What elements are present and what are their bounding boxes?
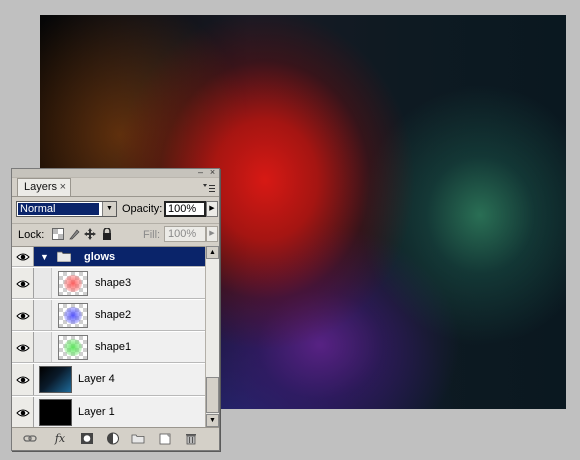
layer-name: shape1: [95, 341, 132, 353]
tab-close-icon[interactable]: ×: [60, 179, 66, 196]
lock-label: Lock:: [18, 229, 45, 241]
layer-thumbnail: [58, 303, 88, 328]
blend-mode-value: Normal: [18, 203, 99, 215]
chevron-down-icon[interactable]: ▼: [102, 202, 116, 216]
layer-name: Layer 4: [78, 373, 115, 385]
opacity-label: Opacity:: [122, 203, 163, 215]
lock-pixels-icon[interactable]: [68, 228, 80, 240]
layer-group-row[interactable]: ▼ glows: [12, 247, 205, 267]
scroll-up-icon[interactable]: ▲: [206, 246, 219, 259]
layer-row-layer-4[interactable]: Layer 4: [12, 364, 205, 396]
fill-slider-arrow-icon[interactable]: ▶: [206, 226, 218, 242]
panel-menu-icon[interactable]: [202, 183, 216, 193]
group-expand-icon[interactable]: ▼: [40, 252, 49, 262]
mask-icon[interactable]: [80, 432, 94, 445]
layers-panel: – × Layers × Normal ▼ Opacity: 100% ▶ Lo…: [11, 168, 220, 451]
thumb-blob-shape2: [64, 307, 82, 324]
eye-icon: [16, 376, 30, 384]
visibility-toggle[interactable]: [12, 364, 34, 395]
layer-row-shape1[interactable]: shape1: [12, 332, 205, 363]
opacity-slider-arrow-icon[interactable]: ▶: [206, 201, 218, 217]
layer-thumbnail: [39, 366, 72, 393]
link-icon[interactable]: [23, 432, 37, 445]
lock-all-icon[interactable]: [101, 227, 113, 240]
opacity-input[interactable]: 100%: [164, 201, 206, 217]
fill-input[interactable]: 100%: [164, 226, 206, 242]
close-button[interactable]: ×: [208, 168, 217, 177]
fx-icon[interactable]: fx: [51, 432, 69, 445]
layer-row-shape3[interactable]: shape3: [12, 268, 205, 299]
thumb-blob-shape1: [64, 339, 82, 356]
layer-thumbnail: [39, 399, 72, 426]
visibility-toggle[interactable]: [12, 268, 34, 298]
scroll-thumb[interactable]: [206, 377, 219, 413]
eye-icon: [16, 312, 30, 320]
layer-name: shape2: [95, 309, 132, 321]
layers-list: ▼ glows shape3 shape2 shape1 Layer 4 Lay…: [12, 246, 205, 427]
visibility-toggle[interactable]: [12, 332, 34, 362]
lock-transparency-icon[interactable]: [52, 228, 64, 240]
layer-thumbnail: [58, 271, 88, 296]
tab-layers-label: Layers: [24, 181, 58, 193]
lock-position-icon[interactable]: [84, 228, 96, 240]
layer-name: Layer 1: [78, 406, 115, 418]
trash-icon[interactable]: [184, 432, 198, 445]
panel-title-bar[interactable]: – ×: [12, 168, 219, 178]
blend-options-row: Normal ▼ Opacity: 100% ▶: [12, 198, 219, 220]
lock-options-row: Lock: Fill: 100% ▶: [12, 225, 219, 245]
folder-icon[interactable]: [131, 432, 145, 445]
eye-icon: [16, 409, 30, 417]
visibility-toggle[interactable]: [12, 397, 34, 427]
eye-icon: [16, 253, 30, 261]
adjustment-icon[interactable]: [106, 432, 120, 445]
folder-icon: [57, 251, 71, 262]
layer-thumbnail: [58, 335, 88, 360]
scroll-down-icon[interactable]: ▼: [206, 414, 219, 427]
layer-row-layer-1[interactable]: Layer 1: [12, 397, 205, 427]
fill-label: Fill:: [143, 229, 161, 241]
visibility-toggle[interactable]: [12, 247, 34, 266]
eye-icon: [16, 344, 30, 352]
thumb-blob-shape3: [64, 275, 82, 292]
eye-icon: [16, 280, 30, 288]
blend-mode-select[interactable]: Normal ▼: [16, 201, 117, 217]
layers-bottom-toolbar: fx: [12, 427, 219, 450]
tab-layers[interactable]: Layers ×: [17, 178, 71, 196]
group-name: glows: [84, 251, 116, 263]
minimize-button[interactable]: –: [196, 168, 205, 177]
layer-row-shape2[interactable]: shape2: [12, 300, 205, 331]
layers-scrollbar[interactable]: ▲ ▼: [205, 246, 219, 427]
visibility-toggle[interactable]: [12, 300, 34, 330]
layer-name: shape3: [95, 277, 132, 289]
new-layer-icon[interactable]: [158, 432, 172, 445]
